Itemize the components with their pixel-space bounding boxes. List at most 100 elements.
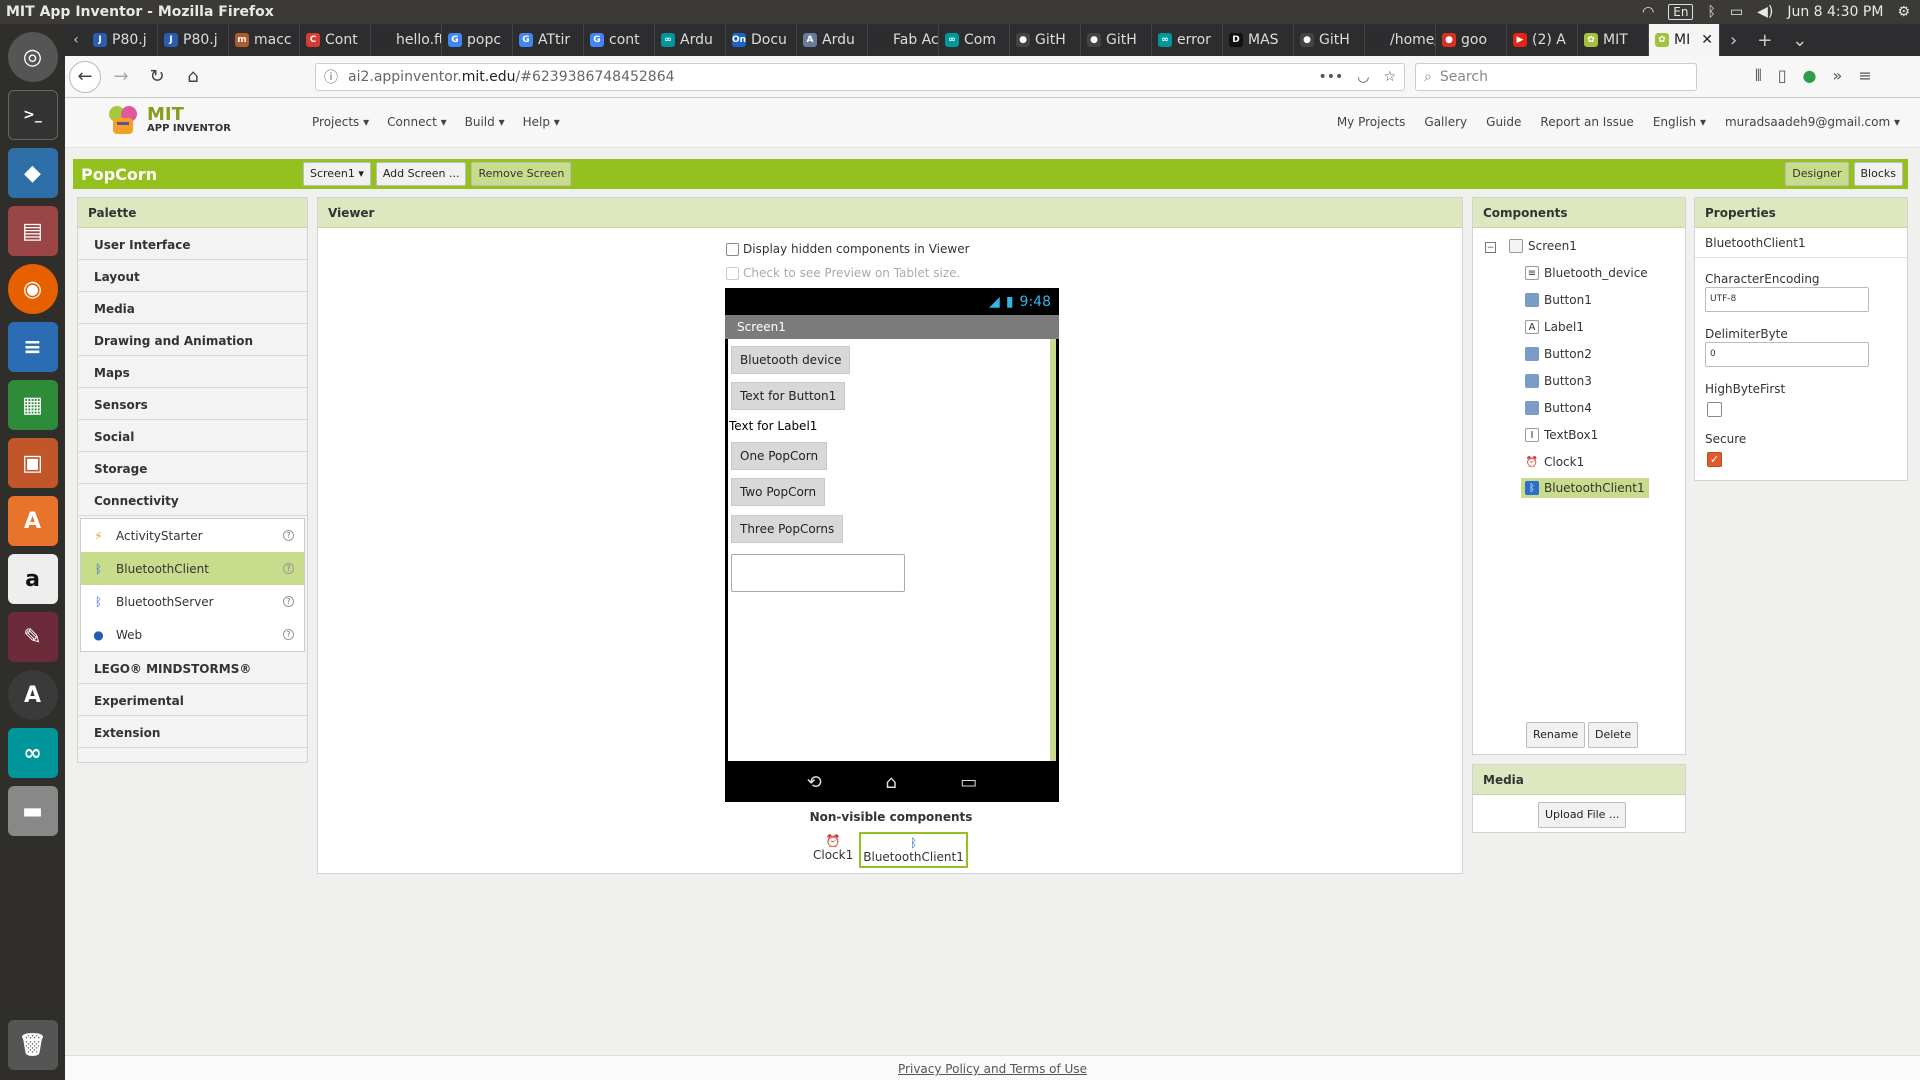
- account-dropdown[interactable]: muradsaadeh9@gmail.com ▾: [1725, 115, 1900, 129]
- nonvisible-clock1[interactable]: ⏰ Clock1: [811, 832, 855, 868]
- updater-icon[interactable]: A: [7, 670, 58, 720]
- impress-icon[interactable]: ▣: [7, 438, 58, 488]
- browser-tab[interactable]: ● goo: [1436, 24, 1507, 56]
- secure-checkbox[interactable]: ✓: [1707, 452, 1722, 467]
- menu-connect[interactable]: Connect ▾: [387, 115, 446, 129]
- label1[interactable]: Text for Label1: [729, 419, 817, 433]
- amazon-icon[interactable]: a: [7, 554, 58, 604]
- help-icon[interactable]: ?: [283, 563, 294, 574]
- link-my-projects[interactable]: My Projects: [1337, 115, 1406, 129]
- browser-tab[interactable]: ✿ MI ✕: [1649, 24, 1720, 56]
- delimiter-byte-field[interactable]: 0: [1705, 342, 1869, 367]
- delete-button[interactable]: Delete: [1588, 722, 1639, 748]
- extension-icon[interactable]: ●: [1803, 66, 1817, 86]
- settings-icon[interactable]: ✎: [7, 612, 58, 662]
- highbytefirst-checkbox[interactable]: [1707, 402, 1722, 417]
- tree-item-bluetoothclient1[interactable]: ᛒ BluetoothClient1: [1521, 478, 1649, 498]
- help-icon[interactable]: ?: [283, 629, 294, 640]
- back-icon[interactable]: ←: [69, 60, 101, 93]
- palette-category-layout[interactable]: Layout: [78, 262, 307, 292]
- gear-icon[interactable]: ⚙: [1897, 4, 1910, 20]
- palette-category-connectivity[interactable]: Connectivity: [78, 486, 307, 516]
- search-input[interactable]: ⌕ Search: [1415, 63, 1697, 91]
- tree-item-textbox1[interactable]: I TextBox1: [1525, 428, 1598, 442]
- designer-button[interactable]: Designer: [1785, 162, 1849, 186]
- tree-item-button1[interactable]: Button1: [1525, 293, 1592, 307]
- help-icon[interactable]: ?: [283, 530, 294, 541]
- browser-tab[interactable]: C Cont: [300, 24, 371, 56]
- palette-category-media[interactable]: Media: [78, 294, 307, 324]
- palette-category-sensors[interactable]: Sensors: [78, 390, 307, 420]
- cube-app-icon[interactable]: ◆: [7, 148, 58, 198]
- browser-tab[interactable]: G ATtir: [513, 24, 584, 56]
- browser-tab[interactable]: ● GitH: [1081, 24, 1152, 56]
- browser-tab[interactable]: J P80.j: [87, 24, 158, 56]
- three-popcorns-button[interactable]: Three PopCorns: [731, 515, 844, 543]
- tree-item-screen1[interactable]: Screen1: [1509, 239, 1577, 253]
- bluetooth-device-button[interactable]: Bluetooth device: [731, 346, 851, 374]
- palette-category-lego[interactable]: LEGO® MINDSTORMS®: [78, 654, 307, 684]
- volume-icon[interactable]: ◀): [1757, 4, 1773, 20]
- link-guide[interactable]: Guide: [1486, 115, 1521, 129]
- browser-tab[interactable]: ✿ MIT: [1578, 24, 1649, 56]
- new-tab-icon[interactable]: +: [1747, 24, 1782, 56]
- browser-tab[interactable]: hello.ft: [371, 24, 442, 56]
- privacy-policy-link[interactable]: Privacy Policy and Terms of Use: [898, 1062, 1087, 1076]
- tabs-scroll-left-icon[interactable]: ‹: [65, 24, 87, 56]
- menu-help[interactable]: Help ▾: [523, 115, 560, 129]
- browser-tab[interactable]: D MAS: [1223, 24, 1294, 56]
- language-dropdown[interactable]: English ▾: [1653, 115, 1706, 129]
- palette-item-bluetoothclient[interactable]: ᛒ BluetoothClient ?: [81, 552, 304, 585]
- button1[interactable]: Text for Button1: [731, 382, 846, 410]
- phone-scrollbar[interactable]: [1050, 339, 1056, 761]
- add-screen-button[interactable]: Add Screen ...: [375, 162, 467, 186]
- palette-item-bluetoothserver[interactable]: ᛒ BluetoothServer ?: [81, 585, 304, 618]
- screen-title-bar[interactable]: Screen1: [725, 315, 1059, 339]
- hamburger-menu-icon[interactable]: ≡: [1858, 66, 1871, 86]
- pocket-icon[interactable]: ◡: [1357, 69, 1369, 85]
- browser-tab[interactable]: /home/r: [1365, 24, 1436, 56]
- browser-tab[interactable]: On Docu: [726, 24, 797, 56]
- collapse-toggle-icon[interactable]: −: [1485, 242, 1496, 253]
- upload-file-button[interactable]: Upload File ...: [1538, 802, 1627, 828]
- browser-tab[interactable]: ● GitH: [1294, 24, 1365, 56]
- tree-item-label1[interactable]: A Label1: [1525, 320, 1584, 334]
- palette-item-web[interactable]: ● Web ?: [81, 618, 304, 651]
- info-icon[interactable]: ⓘ: [324, 67, 338, 87]
- palette-category-storage[interactable]: Storage: [78, 454, 307, 484]
- overflow-icon[interactable]: »: [1833, 66, 1843, 86]
- close-tab-icon[interactable]: ✕: [1701, 32, 1713, 48]
- palette-category-maps[interactable]: Maps: [78, 358, 307, 388]
- blocks-button[interactable]: Blocks: [1853, 162, 1903, 186]
- page-actions-icon[interactable]: •••: [1318, 69, 1343, 85]
- browser-tab[interactable]: Gcont: [584, 24, 655, 56]
- rename-button[interactable]: Rename: [1526, 722, 1586, 748]
- checkbox-box[interactable]: [726, 266, 739, 280]
- two-popcorn-button[interactable]: Two PopCorn: [731, 478, 826, 506]
- browser-tab[interactable]: ● GitH: [1010, 24, 1081, 56]
- trash-icon[interactable]: 🗑: [7, 1020, 58, 1070]
- firefox-icon[interactable]: ◉: [7, 264, 58, 314]
- menu-build[interactable]: Build ▾: [465, 115, 505, 129]
- tab-list-icon[interactable]: ⌄: [1782, 24, 1817, 56]
- display-hidden-checkbox[interactable]: Display hidden components in Viewer: [726, 242, 970, 256]
- nonvisible-bluetoothclient1[interactable]: ᛒ BluetoothClient1: [859, 832, 968, 868]
- home-icon[interactable]: ⌂: [177, 61, 209, 93]
- palette-category-user-interface[interactable]: User Interface: [78, 230, 307, 260]
- bluetooth-tray-icon[interactable]: ᛒ: [1707, 4, 1715, 20]
- remove-screen-button[interactable]: Remove Screen: [471, 162, 572, 186]
- tree-item-button2[interactable]: Button2: [1525, 347, 1592, 361]
- palette-category-experimental[interactable]: Experimental: [78, 686, 307, 716]
- browser-tab[interactable]: Gpopc: [442, 24, 513, 56]
- palette-category-extension[interactable]: Extension: [78, 718, 307, 748]
- url-bar[interactable]: ⓘ ai2.appinventor.mit.edu/#6239386748452…: [315, 63, 1405, 91]
- forward-icon[interactable]: →: [105, 61, 137, 93]
- palette-item-activitystarter[interactable]: ⚡ ActivityStarter ?: [81, 519, 304, 552]
- tablet-preview-checkbox[interactable]: Check to see Preview on Tablet size.: [726, 266, 960, 280]
- writer-icon[interactable]: ≡: [7, 322, 58, 372]
- link-report-issue[interactable]: Report an Issue: [1540, 115, 1633, 129]
- tabs-scroll-right-icon[interactable]: ›: [1720, 24, 1747, 56]
- link-gallery[interactable]: Gallery: [1424, 115, 1467, 129]
- bookmark-star-icon[interactable]: ☆: [1383, 69, 1396, 85]
- keyboard-layout-indicator[interactable]: En: [1668, 4, 1694, 20]
